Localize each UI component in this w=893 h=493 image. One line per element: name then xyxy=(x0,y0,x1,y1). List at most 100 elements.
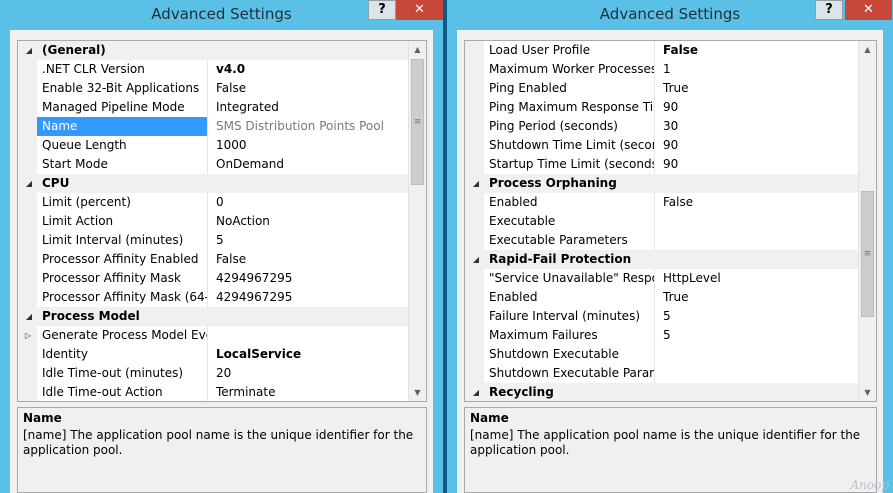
property-row[interactable]: Name SMS Distribution Points Pool xyxy=(18,117,409,136)
property-row[interactable]: .NET CLR Version v4.0 xyxy=(18,60,409,79)
property-name[interactable]: Managed Pipeline Mode xyxy=(37,98,208,117)
title-bar[interactable]: Advanced Settings ? ✕ xyxy=(0,0,443,30)
property-row[interactable]: ▷Generate Process Model Event L xyxy=(18,326,409,345)
property-name[interactable]: "Service Unavailable" Response T xyxy=(484,269,655,288)
property-value[interactable]: 5 xyxy=(656,326,859,345)
collapse-triangle-icon[interactable]: ◢ xyxy=(23,41,35,60)
category-header[interactable]: ◢ Process Orphaning xyxy=(465,174,859,193)
scroll-thumb[interactable]: ≡ xyxy=(411,59,424,185)
property-row[interactable]: Queue Length 1000 xyxy=(18,136,409,155)
property-value[interactable] xyxy=(656,345,859,364)
property-name[interactable]: Processor Affinity Mask (64-bit c xyxy=(37,288,208,307)
property-name[interactable]: Limit Interval (minutes) xyxy=(37,231,208,250)
property-value[interactable] xyxy=(656,212,859,231)
property-value[interactable]: False xyxy=(656,41,859,60)
property-value[interactable]: Integrated xyxy=(209,98,409,117)
scroll-up-icon[interactable]: ▲ xyxy=(859,41,876,58)
category-header[interactable]: ◢ CPU xyxy=(18,174,409,193)
collapse-triangle-icon[interactable]: ◢ xyxy=(23,174,35,193)
property-name[interactable]: Enable 32-Bit Applications xyxy=(37,79,208,98)
property-name[interactable]: Maximum Failures xyxy=(484,326,655,345)
property-name[interactable]: Executable Parameters xyxy=(484,231,655,250)
scroll-down-icon[interactable]: ▼ xyxy=(409,384,426,401)
property-value[interactable] xyxy=(656,364,859,383)
property-row[interactable]: Managed Pipeline Mode Integrated xyxy=(18,98,409,117)
property-grid[interactable]: ◢ (General) .NET CLR Version v4.0 Enable 32-… xyxy=(17,40,427,402)
category-header[interactable]: ◢ Recycling xyxy=(465,383,859,401)
property-name[interactable]: Idle Time-out (minutes) xyxy=(37,364,208,383)
vertical-scrollbar[interactable]: ▲ ≡ ▼ xyxy=(408,41,426,401)
property-row[interactable]: Failure Interval (minutes) 5 xyxy=(465,307,859,326)
property-value[interactable]: False xyxy=(656,193,859,212)
property-row[interactable]: Maximum Worker Processes 1 xyxy=(465,60,859,79)
property-value[interactable]: SMS Distribution Points Pool xyxy=(209,117,409,136)
property-name[interactable]: Limit Action xyxy=(37,212,208,231)
property-name[interactable]: Enabled xyxy=(484,193,655,212)
property-name[interactable]: Limit (percent) xyxy=(37,193,208,212)
property-row[interactable]: Limit Interval (minutes) 5 xyxy=(18,231,409,250)
property-row[interactable]: Identity LocalService xyxy=(18,345,409,364)
expand-triangle-icon[interactable]: ▷ xyxy=(22,326,34,345)
property-value[interactable]: LocalService xyxy=(209,345,409,364)
property-name[interactable]: Ping Enabled xyxy=(484,79,655,98)
property-name[interactable]: Load User Profile xyxy=(484,41,655,60)
property-name[interactable]: Identity xyxy=(37,345,208,364)
property-row[interactable]: Ping Maximum Response Time (90 xyxy=(465,98,859,117)
property-value[interactable]: False xyxy=(209,79,409,98)
property-value[interactable]: 5 xyxy=(209,231,409,250)
property-value[interactable]: NoAction xyxy=(209,212,409,231)
property-name[interactable]: Start Mode xyxy=(37,155,208,174)
property-value[interactable]: OnDemand xyxy=(209,155,409,174)
property-name[interactable]: Shutdown Executable xyxy=(484,345,655,364)
property-value[interactable]: 90 xyxy=(656,98,859,117)
property-row[interactable]: Load User Profile False xyxy=(465,41,859,60)
property-row[interactable]: Idle Time-out Action Terminate xyxy=(18,383,409,401)
property-grid[interactable]: Load User Profile False Maximum Worker Pro… xyxy=(464,40,877,402)
scroll-thumb[interactable]: ≡ xyxy=(861,191,874,317)
property-name[interactable]: .NET CLR Version xyxy=(37,60,208,79)
property-row[interactable]: Limit Action NoAction xyxy=(18,212,409,231)
property-value[interactable]: 0 xyxy=(209,193,409,212)
collapse-triangle-icon[interactable]: ◢ xyxy=(470,383,482,401)
property-name[interactable]: Maximum Worker Processes xyxy=(484,60,655,79)
property-name[interactable]: Ping Period (seconds) xyxy=(484,117,655,136)
property-name[interactable]: Generate Process Model Event L xyxy=(37,326,208,345)
scroll-down-icon[interactable]: ▼ xyxy=(859,384,876,401)
property-row[interactable]: Idle Time-out (minutes) 20 xyxy=(18,364,409,383)
property-row[interactable]: Enabled False xyxy=(465,193,859,212)
property-value[interactable]: HttpLevel xyxy=(656,269,859,288)
property-name[interactable]: Failure Interval (minutes) xyxy=(484,307,655,326)
property-row[interactable]: Maximum Failures 5 xyxy=(465,326,859,345)
property-name[interactable]: Executable xyxy=(484,212,655,231)
collapse-triangle-icon[interactable]: ◢ xyxy=(470,174,482,193)
property-name[interactable]: Idle Time-out Action xyxy=(37,383,208,401)
title-bar[interactable]: Advanced Settings ? ✕ xyxy=(447,0,893,30)
property-value[interactable]: Terminate xyxy=(209,383,409,401)
property-name[interactable]: Name xyxy=(37,117,208,136)
category-header[interactable]: ◢ (General) xyxy=(18,41,409,60)
category-header[interactable]: ◢ Process Model xyxy=(18,307,409,326)
property-row[interactable]: Processor Affinity Mask 4294967295 xyxy=(18,269,409,288)
close-button[interactable]: ✕ xyxy=(396,0,443,20)
property-row[interactable]: Processor Affinity Enabled False xyxy=(18,250,409,269)
property-name[interactable]: Enabled xyxy=(484,288,655,307)
property-row[interactable]: Ping Enabled True xyxy=(465,79,859,98)
property-value[interactable] xyxy=(656,231,859,250)
property-row[interactable]: "Service Unavailable" Response THttpLeve… xyxy=(465,269,859,288)
property-value[interactable]: True xyxy=(656,79,859,98)
property-value[interactable]: 30 xyxy=(656,117,859,136)
property-value[interactable]: 1 xyxy=(656,60,859,79)
vertical-scrollbar[interactable]: ▲ ≡ ▼ xyxy=(858,41,876,401)
property-name[interactable]: Shutdown Time Limit (seconds) xyxy=(484,136,655,155)
property-value[interactable]: 4294967295 xyxy=(209,269,409,288)
help-button[interactable]: ? xyxy=(368,0,396,20)
property-name[interactable]: Shutdown Executable Parameter xyxy=(484,364,655,383)
property-row[interactable]: Processor Affinity Mask (64-bit c4294967… xyxy=(18,288,409,307)
property-row[interactable]: Startup Time Limit (seconds) 90 xyxy=(465,155,859,174)
help-button[interactable]: ? xyxy=(815,0,843,20)
property-row[interactable]: Shutdown Executable Parameter xyxy=(465,364,859,383)
property-name[interactable]: Startup Time Limit (seconds) xyxy=(484,155,655,174)
collapse-triangle-icon[interactable]: ◢ xyxy=(23,307,35,326)
property-row[interactable]: Limit (percent) 0 xyxy=(18,193,409,212)
property-row[interactable]: Shutdown Executable xyxy=(465,345,859,364)
